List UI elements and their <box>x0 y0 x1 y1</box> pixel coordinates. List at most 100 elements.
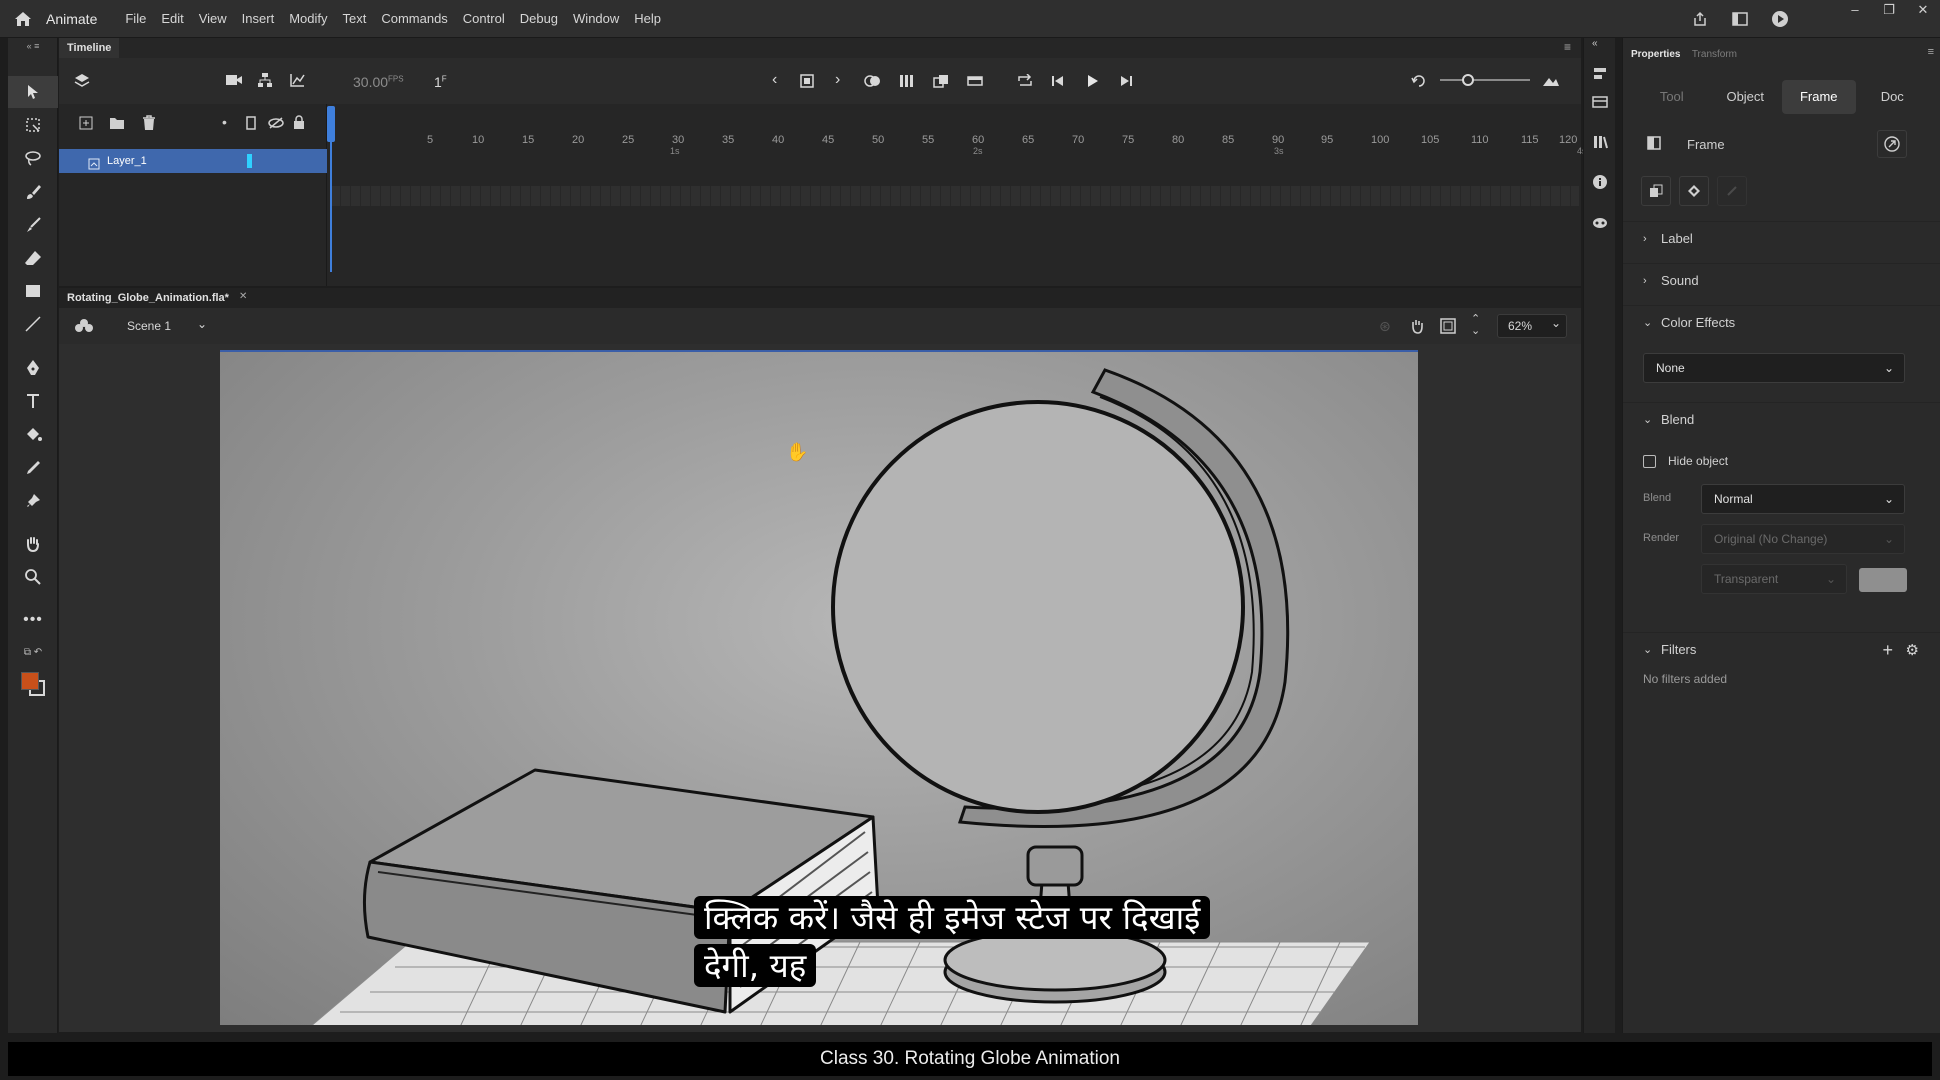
assets-panel-icon[interactable] <box>1592 134 1608 150</box>
swap-symbol-button[interactable] <box>1641 176 1671 206</box>
tab-transform[interactable]: Transform <box>1692 49 1737 60</box>
document-tab[interactable]: Rotating_Globe_Animation.fla* <box>67 288 229 308</box>
layer-row[interactable]: Layer_1 <box>59 149 327 173</box>
restore-icon[interactable]: ❐ <box>1872 0 1906 22</box>
sound-section[interactable]: › Sound <box>1623 263 1940 297</box>
outline-toggle-icon[interactable] <box>246 116 256 133</box>
visibility-toggle-icon[interactable] <box>268 117 284 132</box>
motion-presets-icon[interactable] <box>1592 214 1608 230</box>
test-movie-icon[interactable] <box>1760 10 1800 28</box>
tab-properties[interactable]: Properties <box>1631 49 1680 60</box>
pen-tool-icon[interactable] <box>8 352 58 384</box>
menu-text[interactable]: Text <box>342 11 366 26</box>
snap-icon[interactable]: ⊛ <box>1379 318 1391 335</box>
segment-doc[interactable]: Doc <box>1856 80 1930 114</box>
color-effects-section[interactable]: ⌄ Color Effects <box>1623 305 1940 339</box>
segment-tool[interactable]: Tool <box>1635 80 1709 114</box>
hide-object-checkbox[interactable] <box>1643 455 1656 468</box>
edit-multiple-frames-icon[interactable] <box>899 74 915 91</box>
minimize-icon[interactable]: – <box>1838 0 1872 22</box>
add-filter-icon[interactable]: + <box>1882 640 1893 661</box>
fill-stroke-color-swatch[interactable] <box>8 664 58 704</box>
link-disabled-button[interactable] <box>1717 176 1747 206</box>
paint-brush-tool-icon[interactable] <box>8 209 58 241</box>
frame-link-button[interactable] <box>1877 130 1907 158</box>
segment-frame[interactable]: Frame <box>1782 80 1856 114</box>
timeline-height-icon[interactable] <box>1542 73 1560 90</box>
prev-keyframe-icon[interactable]: ‹ <box>772 71 777 89</box>
scene-dropdown-icon[interactable]: ⌄ <box>197 317 207 331</box>
lasso-tool-icon[interactable] <box>8 142 58 174</box>
menu-window[interactable]: Window <box>573 11 619 26</box>
collapse-dock-icon[interactable]: « <box>1592 38 1608 54</box>
rotate-stage-icon[interactable] <box>1409 318 1425 337</box>
render-select[interactable]: Original (No Change) ⌄ <box>1701 524 1905 554</box>
menu-help[interactable]: Help <box>634 11 661 26</box>
close-document-icon[interactable]: ✕ <box>239 291 247 302</box>
render-bg-color-swatch[interactable] <box>1859 568 1907 592</box>
pin-tool-icon[interactable] <box>8 485 58 517</box>
layer-frames[interactable] <box>331 186 1579 206</box>
blend-section[interactable]: ⌄ Blend <box>1623 402 1940 436</box>
step-forward-icon[interactable] <box>1119 74 1133 91</box>
timeline-tab[interactable]: Timeline <box>59 38 119 58</box>
close-icon[interactable]: ✕ <box>1906 0 1940 22</box>
workspace-icon[interactable] <box>1720 12 1760 26</box>
render-background-select[interactable]: Transparent ⌄ <box>1701 564 1847 594</box>
library-panel-icon[interactable] <box>1592 94 1608 110</box>
home-icon[interactable] <box>0 0 46 38</box>
line-tool-icon[interactable] <box>8 308 58 340</box>
eraser-tool-icon[interactable] <box>8 242 58 274</box>
hand-tool-icon[interactable] <box>8 528 58 560</box>
blend-select[interactable]: Normal ⌄ <box>1701 484 1905 514</box>
layers-icon[interactable] <box>73 72 91 93</box>
label-section[interactable]: › Label <box>1623 221 1940 255</box>
zoom-dropdown-icon[interactable]: ⌄ <box>1551 316 1561 330</box>
insert-keyframe-icon[interactable] <box>800 74 814 91</box>
color-effect-select[interactable]: None ⌄ <box>1643 353 1905 383</box>
center-frame-icon[interactable] <box>1411 74 1427 91</box>
frame-size-slider[interactable] <box>1440 79 1530 81</box>
menu-insert[interactable]: Insert <box>242 11 275 26</box>
new-layer-icon[interactable] <box>79 116 93 133</box>
next-keyframe-icon[interactable]: › <box>835 71 840 89</box>
onion-skin-icon[interactable] <box>864 74 882 91</box>
frame-size-slider-handle[interactable] <box>1462 74 1474 86</box>
brush-tool-icon[interactable] <box>8 176 58 208</box>
frame-counter[interactable]: 1F <box>434 74 447 90</box>
selection-tool-icon[interactable] <box>8 76 58 108</box>
clip-content-icon[interactable] <box>1440 318 1456 337</box>
playhead[interactable] <box>327 106 335 272</box>
highlight-layer-icon[interactable]: • <box>222 114 227 130</box>
panel-menu-icon[interactable]: ≡ <box>1564 40 1571 54</box>
new-folder-icon[interactable] <box>109 116 125 133</box>
filter-settings-icon[interactable]: ⚙ <box>1906 641 1919 659</box>
loop-icon[interactable] <box>1017 73 1033 91</box>
share-icon[interactable] <box>1680 11 1720 27</box>
scene-icon[interactable] <box>75 318 93 337</box>
align-panel-icon[interactable] <box>1592 66 1608 82</box>
paint-bucket-tool-icon[interactable] <box>8 419 58 451</box>
collapse-toolbar-icon[interactable]: « ≡ <box>8 38 58 54</box>
delete-layer-icon[interactable] <box>142 115 156 134</box>
info-panel-icon[interactable] <box>1592 174 1608 190</box>
properties-menu-icon[interactable]: ≡ <box>1928 46 1934 58</box>
menu-debug[interactable]: Debug <box>520 11 558 26</box>
segment-object[interactable]: Object <box>1709 80 1783 114</box>
zoom-stepper-icon[interactable]: ⌃ ⌄ <box>1471 313 1480 337</box>
classic-tween-icon[interactable] <box>967 74 983 91</box>
graph-icon[interactable] <box>289 72 305 91</box>
create-motion-tween-icon[interactable] <box>933 74 949 91</box>
menu-view[interactable]: View <box>199 11 227 26</box>
text-tool-icon[interactable] <box>8 385 58 417</box>
lock-toggle-icon[interactable] <box>293 115 305 132</box>
layer-color-marker[interactable] <box>247 154 252 168</box>
parenting-icon[interactable] <box>257 72 273 91</box>
menu-control[interactable]: Control <box>463 11 505 26</box>
fps-value[interactable]: 30.00FPS <box>353 74 404 90</box>
eyedropper-tool-icon[interactable] <box>8 452 58 484</box>
free-transform-tool-icon[interactable] <box>8 109 58 141</box>
more-tools-icon[interactable]: ••• <box>8 604 58 636</box>
swap-colors-icon[interactable]: ⧉ ↶ <box>8 642 58 662</box>
rectangle-tool-icon[interactable] <box>8 275 58 307</box>
